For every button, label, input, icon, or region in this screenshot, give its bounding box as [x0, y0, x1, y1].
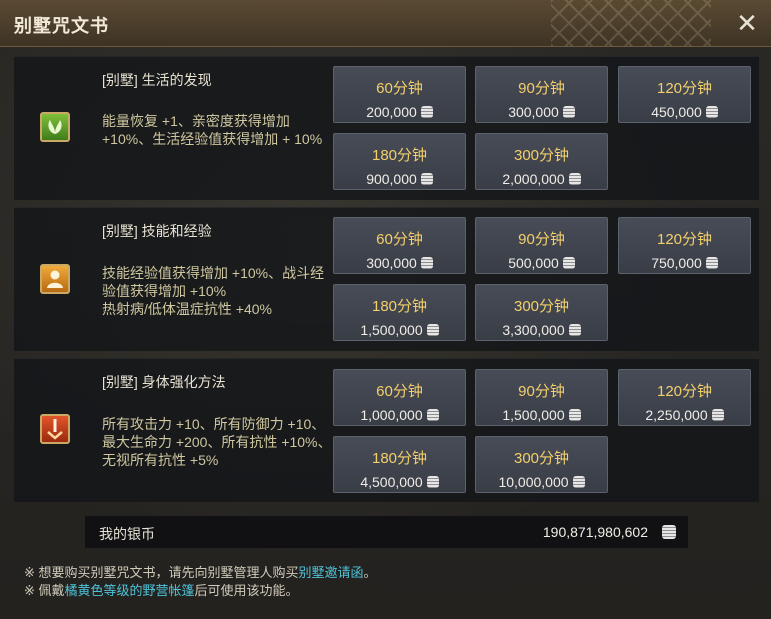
- duration-label: 90分钟: [518, 383, 565, 400]
- silver-balance-bar: 我的银币 190,871,980,602: [85, 516, 688, 548]
- silver-coin-icon: [705, 106, 718, 118]
- price-label: 900,000: [334, 171, 465, 187]
- silver-coin-icon: [420, 173, 433, 185]
- duration-label: 60分钟: [376, 80, 423, 97]
- section-description: 技能经验值获得增加 +10%、战斗经验值获得增加 +10% 热射病/低体温症抗性…: [102, 265, 325, 317]
- silver-coin-icon: [426, 324, 439, 336]
- price-label: 2,250,000: [619, 407, 750, 423]
- title-pattern: [551, 0, 711, 46]
- villa-scroll-window: 别墅咒文书 ✕ [别墅] 生活的发现 能量恢复 +1、亲密度获得增加 +10%、…: [0, 0, 771, 619]
- option-90min[interactable]: 90分钟 1,500,000: [475, 369, 608, 426]
- silver-coin-icon: [420, 106, 433, 118]
- option-60min[interactable]: 60分钟 300,000: [333, 217, 466, 274]
- option-90min[interactable]: 90分钟 300,000: [475, 66, 608, 123]
- sword-icon: [40, 414, 70, 444]
- silver-coin-icon: [662, 525, 676, 539]
- silver-coin-icon: [572, 476, 585, 488]
- option-180min[interactable]: 180分钟 900,000: [333, 133, 466, 190]
- option-60min[interactable]: 60分钟 200,000: [333, 66, 466, 123]
- window-title: 别墅咒文书: [14, 16, 109, 36]
- price-label: 750,000: [619, 255, 750, 271]
- duration-label: 300分钟: [513, 298, 570, 315]
- price-label: 1,500,000: [476, 407, 607, 423]
- buff-section-life: [别墅] 生活的发现 能量恢复 +1、亲密度获得增加 +10%、生活经验值获得增…: [14, 56, 759, 200]
- price-label: 10,000,000: [476, 474, 607, 490]
- option-90min[interactable]: 90分钟 500,000: [475, 217, 608, 274]
- duration-label: 180分钟: [371, 147, 428, 164]
- duration-label: 300分钟: [513, 450, 570, 467]
- duration-label: 300分钟: [513, 147, 570, 164]
- silver-label: 我的银币: [99, 526, 155, 542]
- section-name: [别墅] 生活的发现: [102, 72, 212, 88]
- leaf-icon: [40, 112, 70, 142]
- silver-coin-icon: [705, 257, 718, 269]
- silver-coin-icon: [568, 409, 581, 421]
- section-name: [别墅] 身体强化方法: [102, 374, 226, 390]
- price-label: 4,500,000: [334, 474, 465, 490]
- price-label: 1,000,000: [334, 407, 465, 423]
- duration-label: 90分钟: [518, 80, 565, 97]
- section-description: 能量恢复 +1、亲密度获得增加 +10%、生活经验值获得增加 + 10%: [102, 113, 323, 147]
- section-description: 所有攻击力 +10、所有防御力 +10、最大生命力 +200、所有抗性 +10%…: [102, 416, 332, 468]
- option-180min[interactable]: 180分钟 1,500,000: [333, 284, 466, 341]
- price-label: 300,000: [476, 104, 607, 120]
- silver-coin-icon: [568, 173, 581, 185]
- person-icon: [40, 264, 70, 294]
- option-300min[interactable]: 300分钟 2,000,000: [475, 133, 608, 190]
- close-icon[interactable]: ✕: [733, 9, 761, 37]
- duration-label: 120分钟: [656, 231, 713, 248]
- option-180min[interactable]: 180分钟 4,500,000: [333, 436, 466, 493]
- buff-section-skill: [别墅] 技能和经验 技能经验值获得增加 +10%、战斗经验值获得增加 +10%…: [14, 207, 759, 351]
- option-120min[interactable]: 120分钟 450,000: [618, 66, 751, 123]
- duration-label: 90分钟: [518, 231, 565, 248]
- section-name: [别墅] 技能和经验: [102, 223, 212, 239]
- duration-label: 120分钟: [656, 383, 713, 400]
- price-label: 3,300,000: [476, 322, 607, 338]
- silver-coin-icon: [711, 409, 724, 421]
- note-tent: ※ 佩戴橘黄色等级的野营帐篷后可使用该功能。: [24, 583, 299, 598]
- price-label: 2,000,000: [476, 171, 607, 187]
- duration-label: 120分钟: [656, 80, 713, 97]
- silver-coin-icon: [420, 257, 433, 269]
- silver-coin-icon: [426, 409, 439, 421]
- silver-coin-icon: [426, 476, 439, 488]
- option-120min[interactable]: 120分钟 750,000: [618, 217, 751, 274]
- duration-label: 60分钟: [376, 231, 423, 248]
- price-label: 300,000: [334, 255, 465, 271]
- option-300min[interactable]: 300分钟 10,000,000: [475, 436, 608, 493]
- silver-coin-icon: [562, 106, 575, 118]
- duration-label: 180分钟: [371, 450, 428, 467]
- camping-tent-link[interactable]: 橘黄色等级的野营帐篷: [65, 583, 195, 598]
- note-invitation: ※ 想要购买别墅咒文书，请先向别墅管理人购买别墅邀请函。: [24, 565, 377, 580]
- duration-label: 60分钟: [376, 383, 423, 400]
- option-60min[interactable]: 60分钟 1,000,000: [333, 369, 466, 426]
- price-label: 450,000: [619, 104, 750, 120]
- silver-coin-icon: [562, 257, 575, 269]
- silver-value: 190,871,980,602: [542, 524, 648, 540]
- silver-coin-icon: [568, 324, 581, 336]
- villa-invitation-link[interactable]: 别墅邀请函: [299, 565, 364, 580]
- buff-section-body: [别墅] 身体强化方法 所有攻击力 +10、所有防御力 +10、最大生命力 +2…: [14, 358, 759, 502]
- price-label: 500,000: [476, 255, 607, 271]
- option-120min[interactable]: 120分钟 2,250,000: [618, 369, 751, 426]
- price-label: 1,500,000: [334, 322, 465, 338]
- option-300min[interactable]: 300分钟 3,300,000: [475, 284, 608, 341]
- title-bar: 别墅咒文书 ✕: [0, 0, 771, 47]
- price-label: 200,000: [334, 104, 465, 120]
- duration-label: 180分钟: [371, 298, 428, 315]
